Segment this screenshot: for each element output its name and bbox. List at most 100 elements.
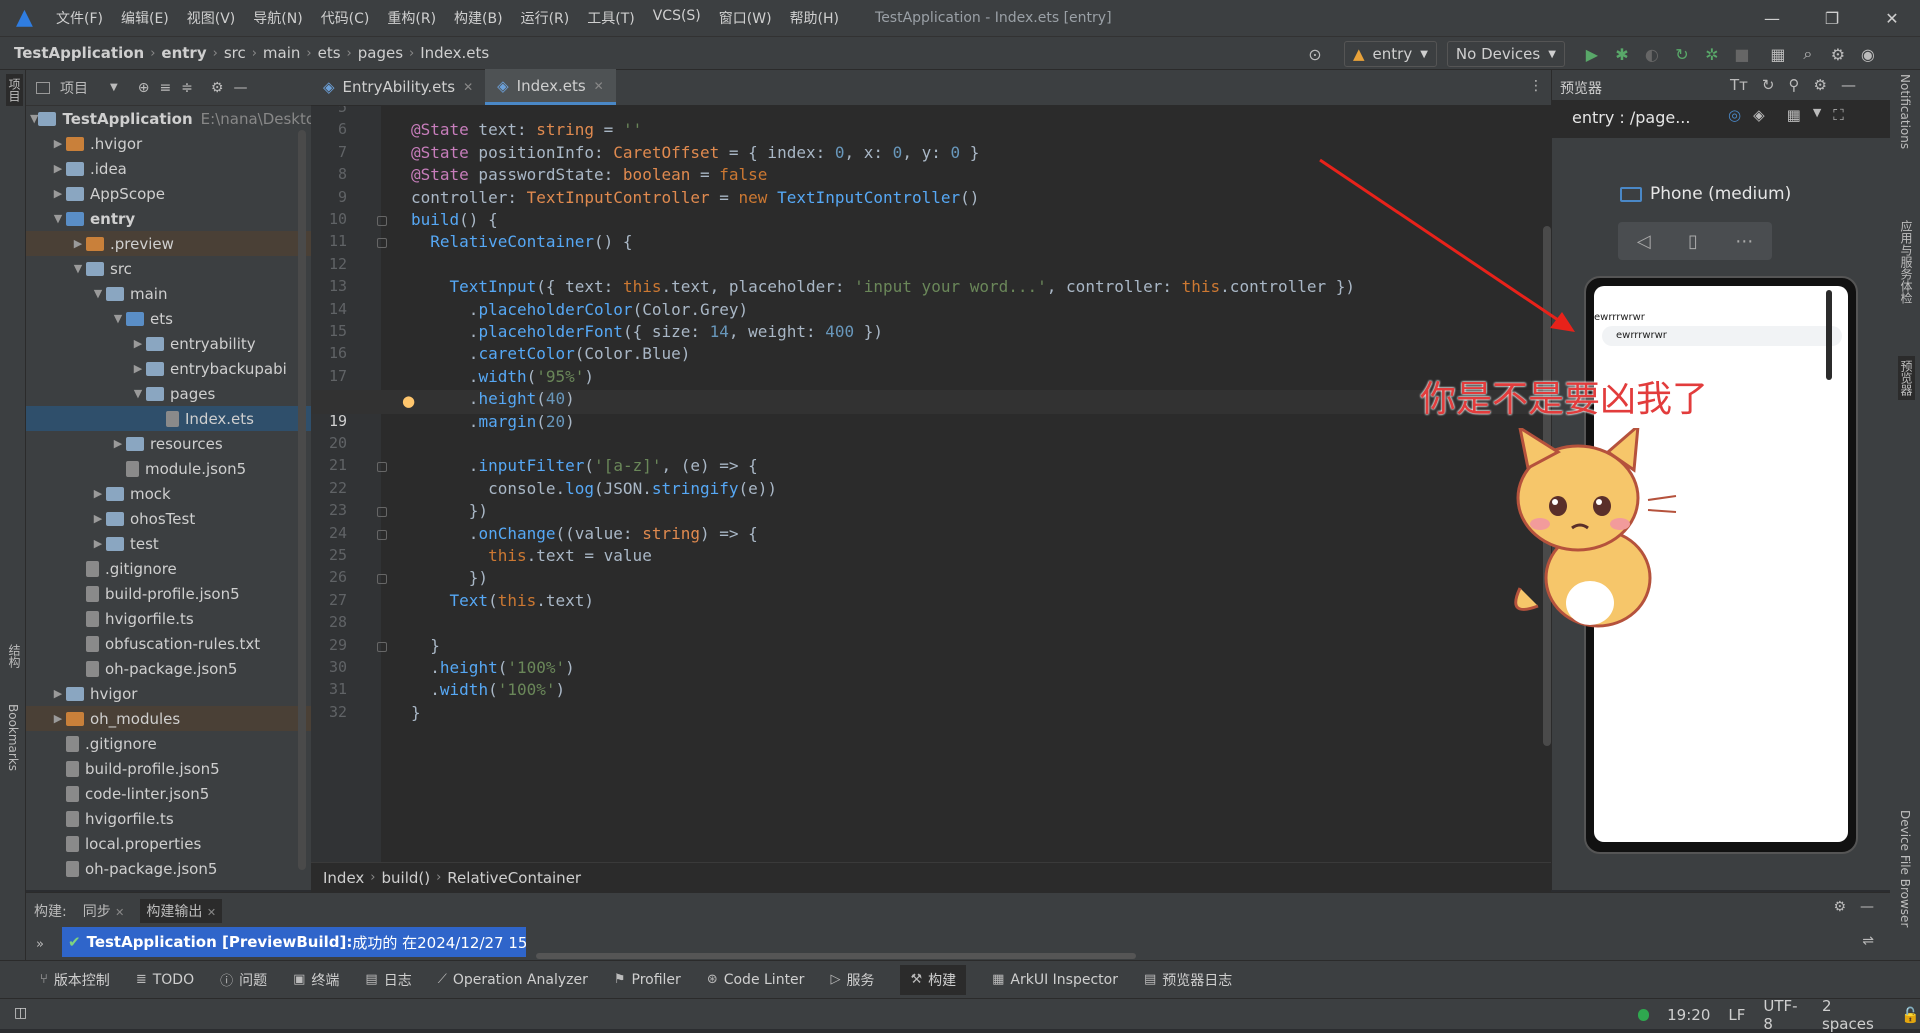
tree-item[interactable]: ▶ entrybackupabi (26, 356, 311, 381)
chevron-down-icon[interactable]: ▼ (90, 287, 106, 300)
tree-item[interactable]: ▶ entryability (26, 331, 311, 356)
profile-icon[interactable]: ✲ (1697, 39, 1727, 69)
project-panel-title[interactable]: 项目 (60, 78, 88, 98)
run-icon[interactable]: ▶ (1577, 39, 1607, 69)
tool-tab-9[interactable]: ⚒ 构建 (900, 964, 967, 995)
tab-entryability[interactable]: ◈ EntryAbility.ets ✕ (311, 69, 485, 105)
code-line[interactable]: } (411, 636, 440, 655)
crop-icon[interactable]: ⛶ (1833, 106, 1844, 124)
tree-item[interactable]: ▼ entry (26, 206, 311, 231)
menu-item-1[interactable]: 编辑(E) (121, 8, 169, 28)
hide-icon[interactable]: — (233, 80, 247, 96)
tree-scrollbar[interactable] (298, 130, 306, 870)
hide-icon[interactable]: — (1841, 76, 1856, 94)
tree-item[interactable]: ▼ src (26, 256, 311, 281)
tree-item[interactable]: ▼ pages (26, 381, 311, 406)
route-label[interactable]: entry : /page... (1572, 108, 1690, 127)
tool-tab-0[interactable]: ⑂ 版本控制 (40, 970, 110, 990)
tree-item[interactable]: code-linter.json5 (26, 781, 311, 806)
code-line[interactable]: }) (411, 568, 488, 587)
tree-item[interactable]: build-profile.json5 (26, 581, 311, 606)
breadcrumb-item[interactable]: src (224, 44, 246, 62)
tree-root[interactable]: ▼ TestApplication E:\nana\Deskto (26, 106, 311, 131)
tree-item[interactable]: module.json5 (26, 456, 311, 481)
tree-item[interactable]: build-profile.json5 (26, 756, 311, 781)
layout-icon[interactable]: ◫ (14, 1005, 27, 1021)
more-options-icon[interactable]: ⋮ (1529, 78, 1543, 94)
chevron-right-icon[interactable]: ▶ (90, 487, 106, 500)
gear-icon[interactable]: ⚙ (1833, 899, 1846, 915)
code-line[interactable]: .margin(20) (411, 412, 575, 431)
more-icon[interactable]: ⋯ (1735, 231, 1753, 252)
code-line[interactable]: @State text: string = '' (411, 120, 642, 139)
tool-tab-3[interactable]: ▣ 终端 (293, 970, 339, 990)
close-icon[interactable]: ✕ (594, 79, 604, 93)
preview-text-input[interactable]: ewrrrwrwr (1602, 326, 1842, 346)
code-line[interactable]: .width('95%') (411, 367, 594, 386)
chevron-down-icon[interactable]: ▼ (50, 212, 66, 225)
tool-tab-6[interactable]: ⚑ Profiler (614, 972, 681, 988)
tree-item[interactable]: ▶ oh_modules (26, 706, 311, 731)
menu-item-8[interactable]: 工具(T) (587, 8, 634, 28)
fold-marker-icon[interactable] (377, 507, 387, 518)
gear-icon[interactable]: ⚙ (1813, 76, 1826, 94)
tree-item[interactable]: local.properties (26, 831, 311, 856)
code-line[interactable]: build() { (411, 210, 498, 229)
stop-icon[interactable]: ■ (1727, 39, 1757, 69)
code-line[interactable]: .placeholderFont({ size: 14, weight: 400… (411, 322, 883, 341)
chevron-right-icon[interactable]: ▶ (50, 712, 66, 725)
chevron-right-icon[interactable]: ▶ (50, 137, 66, 150)
chevron-right-icon[interactable]: ▶ (50, 687, 66, 700)
collapse-all-icon[interactable]: ≑ (181, 80, 193, 96)
code-line[interactable]: }) (411, 501, 488, 520)
code-line[interactable]: .caretColor(Color.Blue) (411, 344, 691, 363)
chevron-down-icon[interactable]: ▼ (1813, 106, 1821, 124)
breadcrumb-item[interactable]: Index.ets (420, 44, 489, 62)
bookmarks-tool-tab[interactable]: Bookmarks (6, 704, 20, 771)
chevron-down-icon[interactable]: ▼ (130, 387, 146, 400)
tab-index[interactable]: ◈ Index.ets ✕ (485, 69, 616, 105)
app-check-tool-tab[interactable]: 应用与服务体检 (1898, 220, 1915, 304)
device-file-browser-tab[interactable]: Device File Browser (1898, 810, 1912, 927)
build-scrollbar[interactable] (536, 953, 1136, 959)
locate-icon[interactable]: ⊕ (138, 80, 150, 96)
tree-item[interactable]: hvigorfile.ts (26, 806, 311, 831)
target-icon[interactable]: ⊙ (1300, 39, 1330, 69)
breadcrumb-item[interactable]: main (263, 44, 300, 62)
notifications-tool-tab[interactable]: Notifications (1898, 74, 1912, 149)
module-selector[interactable]: ▲ entry ▼ (1344, 41, 1437, 67)
tool-tab-4[interactable]: ▤ 日志 (365, 970, 411, 990)
close-icon[interactable]: ✕ (115, 906, 124, 919)
expand-all-icon[interactable]: ≡ (159, 80, 171, 96)
fold-marker-icon[interactable] (377, 462, 387, 473)
tree-item[interactable]: .gitignore (26, 556, 311, 581)
minimize-button[interactable]: — (1744, 0, 1800, 36)
chevron-right-icon[interactable]: ▶ (70, 237, 86, 250)
code-line[interactable]: .height(40) (411, 389, 575, 408)
code-line[interactable]: @State passwordState: boolean = false (411, 165, 767, 184)
tree-item[interactable]: ▶ mock (26, 481, 311, 506)
code-line[interactable]: console.log(JSON.stringify(e)) (411, 479, 777, 498)
tree-item[interactable]: obfuscation-rules.txt (26, 631, 311, 656)
tree-item[interactable]: ▼ ets (26, 306, 311, 331)
chevron-right-icon[interactable]: ▶ (110, 437, 126, 450)
breadcrumb-item[interactable]: ets (318, 44, 341, 62)
reload-icon[interactable]: ↻ (1667, 39, 1697, 69)
code-line[interactable]: TextInput({ text: this.text, placeholder… (411, 277, 1356, 296)
menu-item-0[interactable]: 文件(F) (56, 8, 103, 28)
maximize-button[interactable]: ❐ (1804, 0, 1860, 36)
chevron-right-icon[interactable]: ▶ (90, 537, 106, 550)
close-icon[interactable]: ✕ (207, 906, 216, 919)
chevron-down-icon[interactable]: ▼ (70, 262, 86, 275)
lightbulb-icon[interactable]: ● (402, 392, 415, 410)
menu-item-5[interactable]: 重构(R) (387, 8, 436, 28)
code-line[interactable]: controller: TextInputController = new Te… (411, 188, 979, 207)
crumb-index[interactable]: Index (323, 869, 364, 887)
tree-item[interactable]: ▶ AppScope (26, 181, 311, 206)
line-separator[interactable]: LF (1728, 1006, 1745, 1024)
fold-marker-icon[interactable] (377, 574, 387, 585)
chevron-right-icon[interactable]: ▶ (130, 362, 146, 375)
menu-item-2[interactable]: 视图(V) (187, 8, 236, 28)
tool-tab-5[interactable]: ⟋ Operation Analyzer (438, 972, 588, 988)
tree-item[interactable]: oh-package.json5 (26, 856, 311, 881)
